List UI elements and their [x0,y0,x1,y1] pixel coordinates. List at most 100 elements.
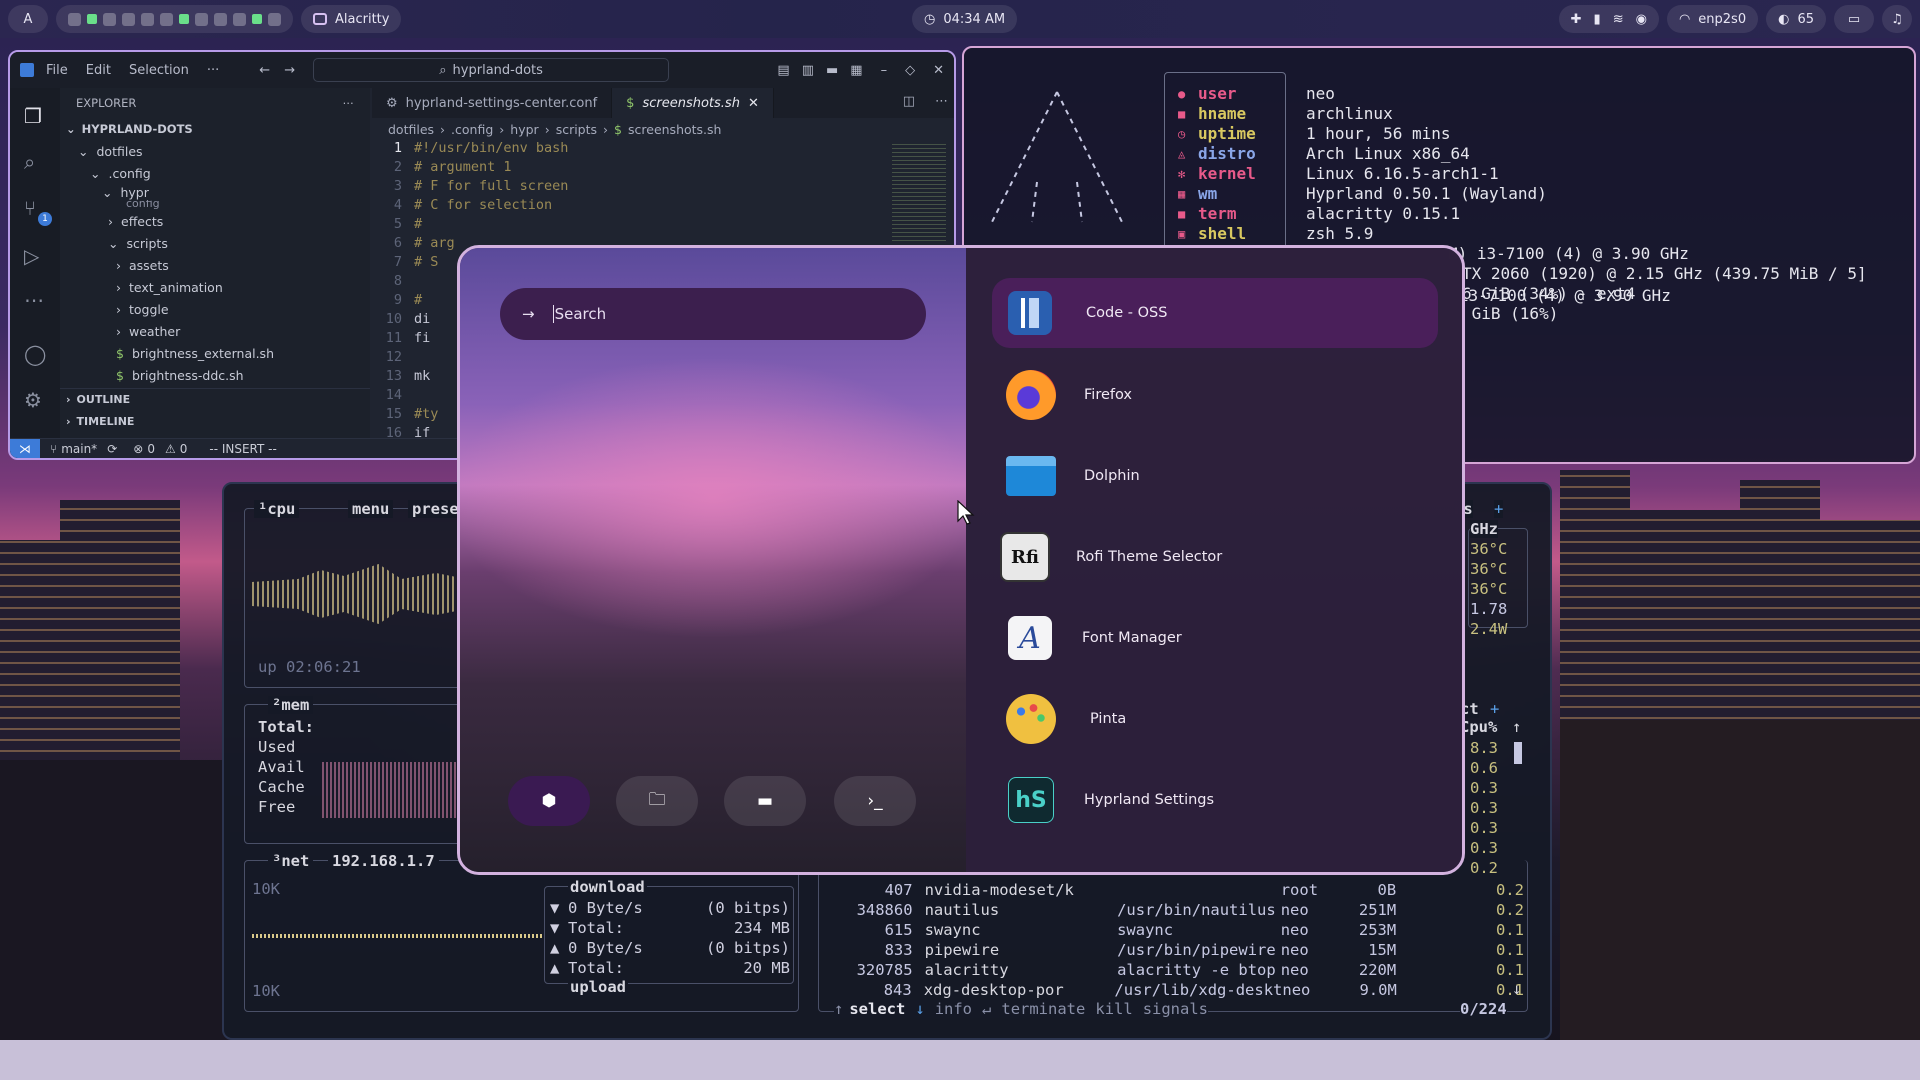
process-row[interactable]: 615 swaync swaync neo 253M 0.1 [824,920,1524,940]
workspace-9[interactable] [214,12,227,26]
sync-icon[interactable]: ⟳ [107,442,117,456]
scroll-down-icon[interactable]: ↓ [1512,980,1521,998]
app-dolphin[interactable]: Dolphin [992,441,1438,511]
color-picker-icon[interactable]: ✚ [1571,12,1582,27]
plus-icon[interactable]: + [1494,500,1504,518]
search-input[interactable]: → Search [500,288,926,340]
app-hyprland-settings[interactable]: hS Hyprland Settings [992,765,1438,835]
tab-hyprland-settings-center[interactable]: ⚙ hyprland-settings-center.conf [372,88,613,118]
preset-label[interactable]: prese [408,500,463,518]
layout-icon[interactable]: ▤ [777,63,789,78]
footer-info[interactable]: info [935,1000,972,1018]
forward-arrow-icon[interactable]: → [284,63,295,78]
tree-item-config[interactable]: ⌄ .config [60,162,370,184]
tree-item-scripts[interactable]: ⌄ scripts [60,232,370,254]
workspace-4[interactable] [122,12,135,26]
workspace-7[interactable] [179,14,189,24]
proc-rows[interactable]: 407 nvidia-modeset/k root 0B 0.2 348860 nautil… [824,880,1524,1000]
breadcrumb-item[interactable]: hypr [510,122,538,137]
source-control-icon[interactable]: ⑂ [24,196,36,220]
cpu-title[interactable]: ¹cpu [254,500,300,518]
workspace-10[interactable] [233,12,246,26]
maximize-icon[interactable]: ◇ [905,63,915,78]
tree-item-toggle[interactable]: › toggle [60,298,370,320]
remote-icon[interactable]: ⋊ [10,438,40,458]
workspace-1[interactable] [68,12,81,26]
tree-item-hypr[interactable]: ⌄ hypr [60,184,370,200]
explorer-icon[interactable]: ❐ [24,104,42,128]
mode-terminal-icon[interactable]: ›_ [834,776,916,826]
code-line[interactable]: 2 # argument 1 [372,159,954,178]
footer-signals[interactable]: signals [1143,1000,1208,1018]
tree-item-brightness-external[interactable]: $ brightness_external.sh [60,342,370,364]
workspace-11[interactable] [252,14,262,24]
search-view-icon[interactable]: ⌕ [24,150,35,174]
tree-item-dotfiles[interactable]: ⌄ dotfiles [60,140,370,162]
workspace-2[interactable] [87,14,97,24]
app-pinta[interactable]: Pinta [992,684,1438,754]
app-font-manager[interactable]: A Font Manager [992,603,1438,673]
close-tab-icon[interactable]: ✕ [748,96,759,111]
process-row[interactable]: 843 xdg-desktop-por/usr/lib/xdg-deskt neo 9… [824,980,1524,1000]
workspace-6[interactable] [160,12,173,26]
menu-label[interactable]: menu [348,500,394,518]
tree-item-assets[interactable]: › assets [60,254,370,276]
active-window[interactable]: Alacritty [301,5,402,33]
breadcrumb-item[interactable]: .config [451,122,493,137]
settings-gear-icon[interactable]: ⚙ [24,388,42,412]
app-firefox[interactable]: Firefox [992,360,1438,430]
minimap[interactable] [892,144,946,244]
net-title[interactable]: ³net [268,852,314,870]
network[interactable]: ◠ enp2s0 [1666,5,1759,33]
breadcrumb-item[interactable]: scripts [556,122,597,137]
scroll-up-icon[interactable]: ↑ [1512,718,1521,736]
steam-icon[interactable]: ◉ [1636,12,1647,27]
workspace-8[interactable] [195,12,208,26]
back-arrow-icon[interactable]: ← [259,63,270,78]
more-icon[interactable]: ⋯ [24,288,44,312]
breadcrumb-item[interactable]: screenshots.sh [628,122,721,137]
mode-apps-icon[interactable]: ⬢ [508,776,590,826]
volume[interactable]: ◐ 65 [1766,5,1826,33]
tab-screenshots[interactable]: $ screenshots.sh ✕ [612,88,774,118]
close-icon[interactable]: ✕ [933,63,944,78]
toggle-secondary-icon[interactable]: ▦ [850,63,862,78]
split-editor-icon[interactable]: ◫ [893,88,925,118]
toggle-panel-icon[interactable]: ▬ [826,63,838,78]
code-line[interactable]: 1 #!/usr/bin/env bash [372,140,954,159]
tree-item-text-animation[interactable]: › text_animation [60,276,370,298]
menu-selection[interactable]: Selection [129,63,189,78]
scrollbar-thumb[interactable] [1514,742,1522,764]
code-line[interactable]: 4 # C for selection [372,197,954,216]
mode-folder-icon[interactable]: 🗀 [616,776,698,826]
toggle-sidebar-icon[interactable]: ▥ [802,63,814,78]
process-row[interactable]: 833 pipewire/usr/bin/pipewire neo 15M 0.1 [824,940,1524,960]
outline-section[interactable]: › OUTLINE [60,388,370,410]
problems-count[interactable]: 0 [147,442,155,456]
tree-item-weather[interactable]: › weather [60,320,370,342]
menu-edit[interactable]: Edit [86,63,111,78]
process-row[interactable]: 348860 nautilus/usr/bin/nautilus neo 251M 0.… [824,900,1524,920]
clock[interactable]: ◷ 04:34 AM [912,5,1018,33]
workspace-5[interactable] [141,12,154,26]
code-line[interactable]: 5 # [372,216,954,235]
tree-item-config-partial[interactable]: config [60,200,370,210]
menu-more[interactable]: ··· [207,63,219,78]
process-row[interactable]: 407 nvidia-modeset/k root 0B 0.2 [824,880,1524,900]
explorer-more-icon[interactable]: ⋯ [343,96,355,110]
breadcrumb-item[interactable]: dotfiles [388,122,434,137]
command-search[interactable]: ⌕ hyprland-dots [313,58,670,82]
timeline-section[interactable]: › TIMELINE [60,410,370,432]
layers-icon[interactable]: ≋ [1613,12,1624,27]
process-row[interactable]: 320785 alacritty alacritty -e btop neo 220M 0… [824,960,1524,980]
workspace-12[interactable] [268,12,281,26]
mem-title[interactable]: ²mem [268,696,314,714]
footer-terminate[interactable]: terminate [1001,1000,1085,1018]
editor-more-icon[interactable]: ⋯ [925,88,954,118]
run-debug-icon[interactable]: ▷ [24,244,39,268]
plus-icon[interactable]: + [1490,700,1499,718]
cpu-pct-header[interactable]: Cpu% [1460,718,1497,736]
screen-icon[interactable]: ▭ [1834,5,1874,33]
workspace-3[interactable] [103,12,116,26]
footer-kill[interactable]: kill [1095,1000,1132,1018]
